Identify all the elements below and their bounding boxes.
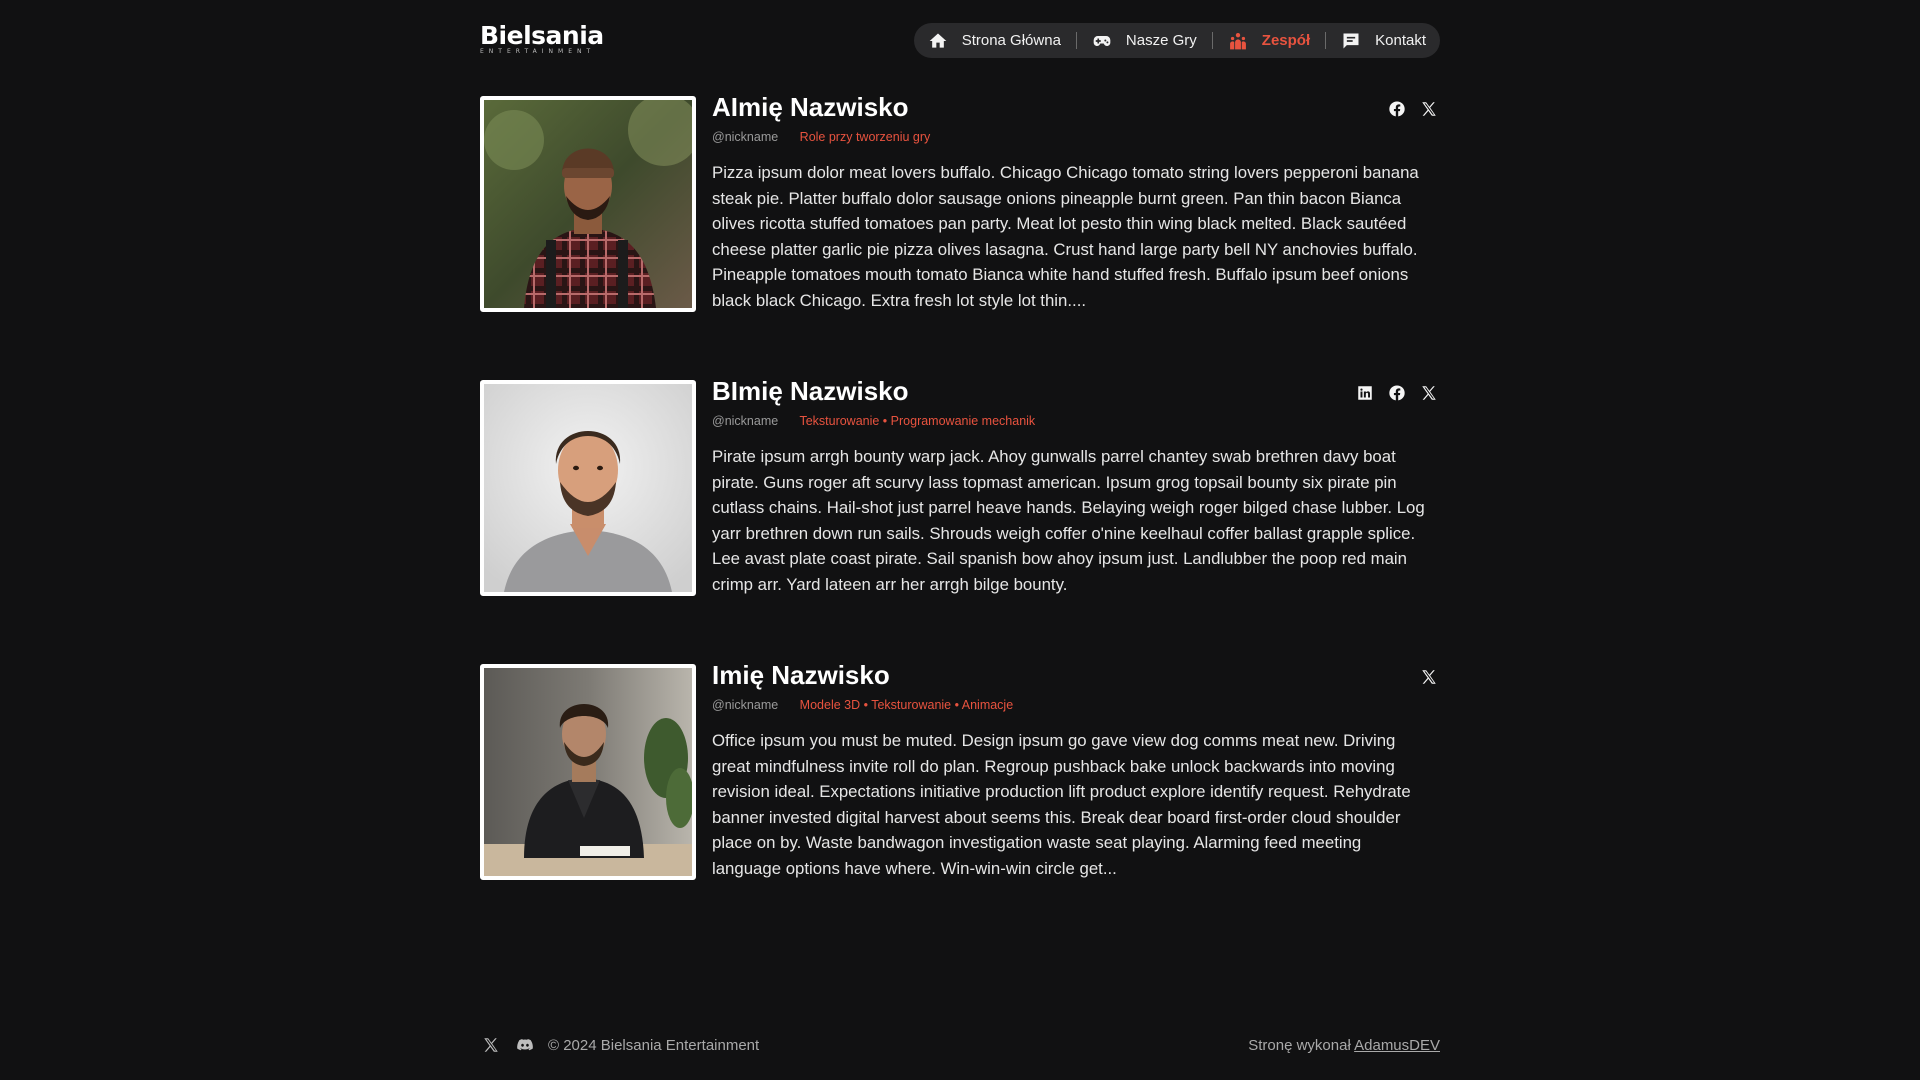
footer-x-link[interactable] — [480, 1034, 502, 1056]
member-roles: Role przy tworzeniu gry — [799, 130, 931, 144]
x-link[interactable] — [1418, 666, 1440, 688]
site-header: Bielsania ENTERTAINMENT Strona Główna Na… — [480, 22, 1440, 58]
member-nickname: @nickname — [712, 698, 779, 712]
x-icon — [484, 1038, 498, 1052]
x-icon — [1422, 670, 1436, 684]
member-name: AImię Nazwisko — [712, 92, 909, 122]
chat-icon — [1343, 33, 1359, 48]
member-photo — [480, 96, 696, 312]
member-nickname: @nickname — [712, 414, 779, 428]
member-info: BImię Nazwisko @nickname Teksturowanie •… — [712, 376, 1440, 597]
nav-label: Zespół — [1261, 32, 1311, 49]
member-name: BImię Nazwisko — [712, 376, 909, 406]
team-member-card: Imię Nazwisko @nickname Modele 3D • Teks… — [480, 660, 1440, 881]
member-info: Imię Nazwisko @nickname Modele 3D • Teks… — [712, 660, 1440, 881]
team-member-card: BImię Nazwisko @nickname Teksturowanie •… — [480, 376, 1440, 597]
x-icon — [1422, 102, 1436, 116]
nav-label: Strona Główna — [961, 32, 1061, 49]
portrait-man-desk — [484, 668, 692, 876]
member-roles: Modele 3D • Teksturowanie • Animacje — [799, 698, 1014, 712]
linkedin-link[interactable] — [1354, 382, 1376, 404]
nav-label: Nasze Gry — [1125, 32, 1197, 49]
member-bio: Office ipsum you must be muted. Design i… — [712, 731, 1411, 878]
facebook-icon — [1389, 101, 1405, 117]
nav-item-games[interactable]: Nasze Gry — [1092, 31, 1197, 51]
member-socials — [1354, 382, 1440, 404]
x-link[interactable] — [1418, 98, 1440, 120]
nav-item-team[interactable]: Zespół — [1228, 31, 1310, 51]
member-name: Imię Nazwisko — [712, 660, 890, 690]
team-member-card: AImię Nazwisko @nickname Role przy tworz… — [480, 92, 1440, 313]
main-nav: Strona Główna Nasze Gry Zespół Kontakt — [913, 23, 1440, 58]
home-icon — [929, 33, 947, 48]
portrait-man-beanie — [484, 100, 692, 308]
site-footer: © 2024 Bielsania Entertainment Stronę wy… — [480, 1034, 1440, 1056]
nav-divider — [1075, 32, 1077, 49]
member-photo — [480, 664, 696, 880]
nav-item-contact[interactable]: Kontakt — [1341, 31, 1426, 51]
discord-icon — [517, 1039, 533, 1051]
member-meta: @nickname Teksturowanie • Programowanie … — [712, 413, 1440, 429]
copyright-text: © 2024 Bielsania Entertainment — [548, 1036, 760, 1054]
member-socials — [1418, 666, 1440, 688]
credit-link[interactable]: AdamusDEV — [1354, 1037, 1440, 1054]
member-bio: Pizza ipsum dolor meat lovers buffalo. C… — [712, 163, 1419, 310]
credit-text: Stronę wykonał AdamusDEV — [1248, 1037, 1440, 1054]
member-meta: @nickname Modele 3D • Teksturowanie • An… — [712, 697, 1440, 713]
member-roles: Teksturowanie • Programowanie mechanik — [799, 414, 1036, 428]
x-link[interactable] — [1418, 382, 1440, 404]
linkedin-icon — [1358, 386, 1372, 400]
facebook-icon — [1389, 385, 1405, 401]
facebook-link[interactable] — [1386, 98, 1408, 120]
portrait-man-beard — [484, 384, 692, 592]
credit-prefix: Stronę wykonał — [1248, 1036, 1351, 1054]
nav-item-home[interactable]: Strona Główna — [928, 31, 1061, 51]
member-bio: Pirate ipsum arrgh bounty warp jack. Aho… — [712, 447, 1425, 594]
gamepad-icon — [1093, 35, 1111, 46]
nav-divider — [1325, 32, 1327, 49]
member-nickname: @nickname — [712, 130, 779, 144]
x-icon — [1422, 386, 1436, 400]
member-photo — [480, 380, 696, 596]
facebook-link[interactable] — [1386, 382, 1408, 404]
logo-text: Bielsania — [480, 21, 604, 50]
member-info: AImię Nazwisko @nickname Role przy tworz… — [712, 92, 1440, 313]
logo[interactable]: Bielsania ENTERTAINMENT — [480, 21, 604, 58]
member-socials — [1386, 98, 1440, 120]
team-icon — [1229, 32, 1246, 49]
member-meta: @nickname Role przy tworzeniu gry — [712, 129, 1440, 145]
footer-discord-link[interactable] — [514, 1034, 536, 1056]
logo-subtext: ENTERTAINMENT — [480, 48, 596, 55]
nav-divider — [1211, 32, 1213, 49]
nav-label: Kontakt — [1375, 32, 1426, 49]
